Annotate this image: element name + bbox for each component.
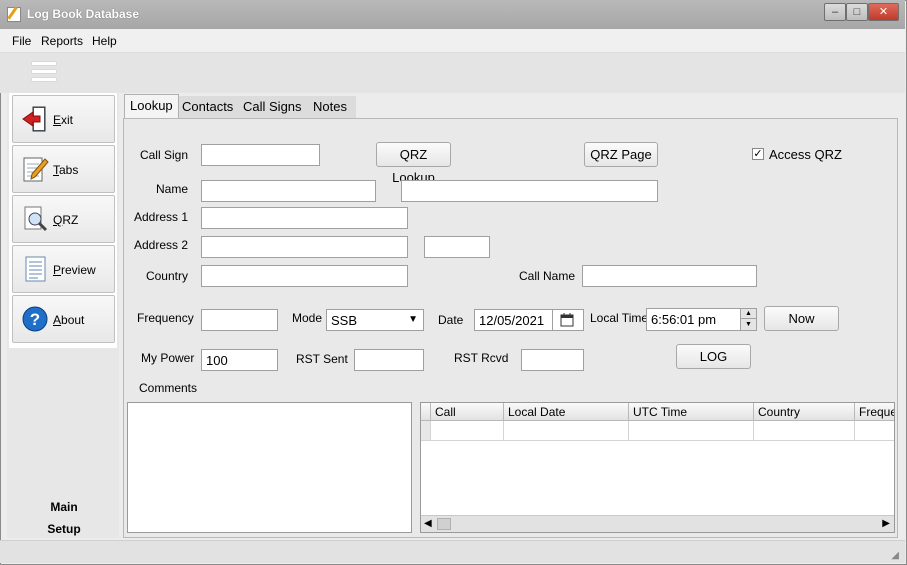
hamburger-menu-icon[interactable] [32, 62, 58, 84]
resize-grip-icon[interactable]: ◢ [891, 550, 899, 561]
table-cell[interactable] [754, 421, 855, 441]
menu-bar: File Reports Help [0, 29, 905, 53]
frequency-label: Frequency [137, 311, 194, 325]
title-bar[interactable]: Log Book Database – □ ✕ [0, 0, 905, 29]
magnifier-document-icon [24, 206, 48, 232]
contacts-grid[interactable]: Call Local Date UTC Time Country Frequer… [420, 402, 895, 533]
exit-door-icon [22, 106, 46, 132]
exit-label: Exit [53, 113, 74, 127]
call-name-label: Call Name [519, 269, 576, 283]
maximize-button[interactable]: □ [846, 3, 868, 21]
comments-textarea[interactable] [127, 402, 412, 533]
country-input[interactable] [201, 265, 408, 287]
address2-extra-input[interactable] [424, 236, 490, 258]
my-power-label: My Power [141, 351, 195, 365]
date-value: 12/05/2021 [479, 313, 545, 328]
chevron-down-icon[interactable]: ▼ [408, 314, 418, 325]
scroll-left-icon[interactable]: ◀ [424, 518, 432, 529]
first-name-input[interactable] [201, 180, 376, 202]
comments-label: Comments [139, 381, 198, 395]
scroll-right-icon[interactable]: ▶ [882, 518, 890, 529]
tabs-label: Tabs [53, 163, 79, 177]
menu-file[interactable]: File [12, 34, 31, 48]
scroll-thumb[interactable] [437, 518, 451, 530]
calendar-icon[interactable] [560, 313, 574, 327]
column-header-utc-time[interactable]: UTC Time [629, 403, 754, 421]
date-label: Date [438, 313, 464, 327]
address1-label: Address 1 [133, 210, 188, 224]
qrz-page-button[interactable]: QRZ Page [584, 142, 658, 167]
local-time-spinner[interactable]: 6:56:01 pm ▲ ▼ [646, 308, 757, 331]
menu-help[interactable]: Help [92, 34, 117, 48]
column-header-local-date[interactable]: Local Date [504, 403, 629, 421]
exit-button[interactable]: Exit [12, 95, 115, 143]
access-qrz-checkbox[interactable]: ✓ [752, 148, 764, 160]
mode-select[interactable]: SSB ▼ [326, 309, 424, 331]
mode-value: SSB [331, 313, 358, 328]
country-label: Country [145, 269, 188, 283]
qrz-lookup-button[interactable]: QRZ Lookup [376, 142, 451, 185]
address1-input[interactable] [201, 207, 408, 229]
table-cell[interactable] [629, 421, 754, 441]
spin-down-icon[interactable]: ▼ [740, 319, 756, 330]
date-picker[interactable]: 12/05/2021 [474, 309, 584, 331]
toolbar [0, 53, 905, 93]
access-qrz-label: Access QRZ [769, 147, 842, 162]
svg-text:?: ? [30, 310, 40, 329]
call-sign-input[interactable] [201, 144, 320, 166]
row-header[interactable] [421, 421, 431, 441]
my-power-input[interactable] [201, 349, 278, 371]
preview-label: Preview [53, 263, 96, 277]
qrz-label: QRZ [53, 213, 79, 227]
minimize-button[interactable]: – [824, 3, 846, 21]
log-button[interactable]: LOG [676, 344, 751, 369]
rst-rcvd-label: RST Rcvd [454, 351, 509, 365]
sidebar-section-setup[interactable]: Setup [10, 522, 118, 536]
table-cell[interactable] [431, 421, 504, 441]
column-header-call[interactable]: Call [431, 403, 504, 421]
window-title: Log Book Database [27, 7, 140, 21]
close-button[interactable]: ✕ [868, 3, 899, 21]
about-button[interactable]: ? About [12, 295, 115, 343]
call-name-input[interactable] [582, 265, 757, 287]
address2-input[interactable] [201, 236, 408, 258]
app-notepad-icon [7, 7, 21, 22]
horizontal-scrollbar[interactable]: ◀ ▶ [421, 515, 894, 532]
last-name-input[interactable] [401, 180, 658, 202]
preview-button[interactable]: Preview [12, 245, 115, 293]
column-header-frequency[interactable]: Frequer [855, 403, 894, 421]
local-time-value: 6:56:01 pm [651, 312, 717, 327]
row-header-corner [421, 403, 431, 421]
tab-lookup[interactable]: Lookup [124, 94, 179, 118]
about-label: About [53, 313, 85, 327]
sidebar-section-main[interactable]: Main [10, 500, 118, 514]
table-cell[interactable] [855, 421, 894, 441]
tab-call-signs[interactable]: Call Signs [238, 96, 307, 118]
status-bar: ◢ [0, 540, 905, 563]
mode-label: Mode [292, 311, 323, 325]
qrz-button[interactable]: QRZ [12, 195, 115, 243]
call-sign-label: Call Sign [139, 148, 188, 162]
rst-sent-label: RST Sent [296, 352, 348, 366]
column-header-country[interactable]: Country [754, 403, 855, 421]
rst-sent-input[interactable] [354, 349, 424, 371]
now-button[interactable]: Now [764, 306, 839, 331]
tab-contacts[interactable]: Contacts [177, 96, 238, 118]
menu-reports[interactable]: Reports [41, 34, 83, 48]
tab-notes[interactable]: Notes [308, 96, 352, 118]
question-help-icon: ? [22, 306, 48, 332]
frequency-input[interactable] [201, 309, 278, 331]
spin-up-icon[interactable]: ▲ [740, 309, 756, 319]
notepad-pencil-icon [23, 157, 49, 182]
preview-document-icon [25, 256, 46, 282]
tabs-button[interactable]: Tabs [12, 145, 115, 193]
table-cell[interactable] [504, 421, 629, 441]
local-time-label: Local Time [590, 311, 649, 325]
rst-rcvd-input[interactable] [521, 349, 584, 371]
name-label: Name [155, 182, 188, 196]
address2-label: Address 2 [133, 238, 188, 252]
